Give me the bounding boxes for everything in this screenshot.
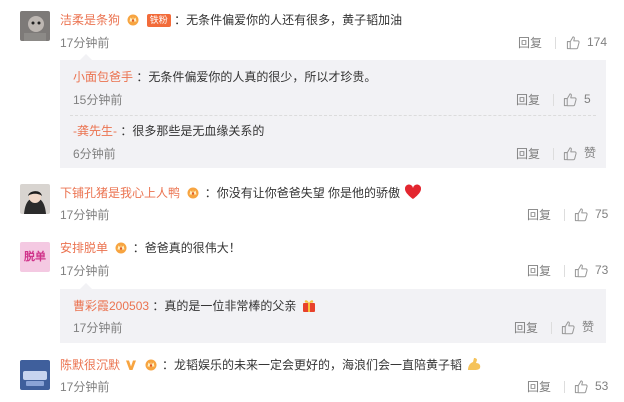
verified-v-icon <box>126 360 137 370</box>
avatar-text: 脱单 <box>24 251 46 263</box>
reply-button[interactable]: 回复 <box>527 207 551 223</box>
avatar[interactable] <box>20 360 50 390</box>
thumb-up-icon <box>566 35 581 50</box>
avatar[interactable] <box>20 184 50 214</box>
like-count: 75 <box>595 207 609 221</box>
avatar[interactable] <box>20 11 50 41</box>
timestamp: 17分钟前 <box>60 380 110 394</box>
reply-item: 小面包爸手 ：无条件偏爱你的人真的很少，所以才珍贵。 15分钟前 回复 5 <box>60 60 606 114</box>
timestamp: 6分钟前 <box>73 147 116 161</box>
username[interactable]: 曹彩霞200503 <box>73 299 149 313</box>
like-button[interactable]: 5 <box>563 91 591 107</box>
reply-item: -龚先生- ：很多那些是无血缘关系的 6分钟前 回复 赞 <box>60 115 606 168</box>
reply-box: 曹彩霞200503 ：真的是一位非常棒的父亲 17分钟前 回复 赞 <box>60 283 606 343</box>
timestamp: 17分钟前 <box>60 208 110 222</box>
crown-badge-icon <box>143 357 159 371</box>
thumb-up-icon <box>574 379 589 394</box>
avatar[interactable]: 脱单 <box>20 242 50 272</box>
comment-text: ：龙韬娱乐的未来一定会更好的，海浪们会一直陪黄子韬 <box>162 358 463 372</box>
comment-text: ：爸爸真的很伟大！ <box>132 241 241 255</box>
comment-text: ：你没有让你爸爸失望 你是他的骄傲 <box>204 186 401 200</box>
reply-button[interactable]: 回复 <box>514 320 538 336</box>
timestamp: 17分钟前 <box>73 321 123 335</box>
like-button[interactable]: 73 <box>574 262 608 278</box>
crown-badge-icon <box>113 240 129 254</box>
thumb-up-icon <box>563 146 578 161</box>
reply-text: ：真的是一位非常棒的父亲 <box>152 299 297 313</box>
username[interactable]: 小面包爸手 <box>73 70 133 84</box>
like-count: 73 <box>595 263 609 277</box>
gift-emoji <box>302 300 315 312</box>
like-count: 5 <box>584 92 591 106</box>
timestamp: 17分钟前 <box>60 36 110 50</box>
username[interactable]: 陈默很沉默 <box>60 358 120 372</box>
thumb-up-icon <box>561 320 576 335</box>
heart-emoji <box>405 184 422 199</box>
username[interactable]: 安排脱单 <box>60 241 108 255</box>
like-button[interactable]: 赞 <box>563 145 596 161</box>
divider <box>555 37 556 49</box>
reply-button[interactable]: 回复 <box>518 35 542 51</box>
reply-button[interactable]: 回复 <box>527 263 551 279</box>
username[interactable]: 下铺孔猪是我心上人鸭 <box>60 186 180 200</box>
reply-button[interactable]: 回复 <box>516 146 540 162</box>
crown-badge-icon <box>185 185 201 199</box>
thumb-up-icon <box>574 207 589 222</box>
like-count: 赞 <box>582 320 595 334</box>
fan-badge: 铁粉 <box>146 14 171 27</box>
like-button[interactable]: 174 <box>566 34 607 50</box>
reply-box: 小面包爸手 ：无条件偏爱你的人真的很少，所以才珍贵。 15分钟前 回复 5 -龚… <box>60 54 606 168</box>
like-count: 赞 <box>584 146 597 160</box>
thumb-up-icon <box>563 92 578 107</box>
username[interactable]: -龚先生- <box>73 124 117 138</box>
like-count: 53 <box>595 379 609 393</box>
like-button[interactable]: 75 <box>574 206 608 222</box>
reply-button[interactable]: 回复 <box>516 92 540 108</box>
username[interactable]: 洁柔是条狗 <box>60 13 120 27</box>
thumb-up-icon <box>574 263 589 278</box>
timestamp: 17分钟前 <box>60 264 110 278</box>
reply-item: 曹彩霞200503 ：真的是一位非常棒的父亲 17分钟前 回复 赞 <box>60 289 606 343</box>
like-button[interactable]: 赞 <box>561 319 594 335</box>
timestamp: 15分钟前 <box>73 93 123 107</box>
comment-text: ：无条件偏爱你的人还有很多，黄子韬加油 <box>174 13 403 27</box>
reply-text: ：很多那些是无血缘关系的 <box>120 124 265 138</box>
reply-button[interactable]: 回复 <box>527 379 551 395</box>
strong-arm-emoji <box>468 358 481 370</box>
like-button[interactable]: 53 <box>574 378 608 394</box>
reply-text: ：无条件偏爱你的人真的很少，所以才珍贵。 <box>136 70 377 84</box>
like-count: 174 <box>587 35 608 49</box>
crown-badge-icon <box>125 12 141 26</box>
